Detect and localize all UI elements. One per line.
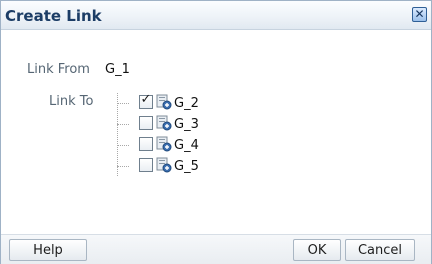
g2-label: G_2 [174,96,199,111]
create-link-dialog: Create Link ✕ Link From G_1 Link To ✓ G_… [0,0,432,264]
group-link-icon [156,94,172,110]
ok-button[interactable]: OK [293,239,341,261]
g5-label: G_5 [174,159,199,174]
group-link-icon [156,115,172,131]
tree-node-g5[interactable]: G_5 [117,156,237,176]
dialog-title: Create Link [5,7,102,25]
cancel-button[interactable]: Cancel [345,239,415,261]
tree-node-g3[interactable]: G_3 [117,114,237,134]
link-from-value: G_1 [105,62,130,77]
help-button[interactable]: Help [9,239,87,261]
group-link-icon [156,157,172,173]
link-to-label: Link To [49,94,94,109]
tree-branch-line [117,166,129,167]
g4-label: G_4 [174,138,199,153]
link-to-tree: ✓ G_2 G_3 G_4 G_5 [117,92,267,189]
close-button[interactable]: ✕ [412,7,427,22]
g4-checkbox[interactable] [139,137,153,151]
group-link-icon [156,136,172,152]
close-icon: ✕ [414,7,425,21]
tree-branch-line [117,145,129,146]
g5-checkbox[interactable] [139,158,153,172]
tree-node-g2[interactable]: ✓ G_2 [117,92,237,113]
tree-node-g4[interactable]: G_4 [117,135,237,155]
title-bar[interactable]: Create Link ✕ [1,1,431,30]
tree-branch-line [117,124,129,125]
button-bar: Help OK Cancel [1,234,431,264]
g2-checkbox[interactable]: ✓ [139,92,153,109]
checkmark-icon: ✓ [140,92,152,107]
tree-branch-line [117,103,129,104]
link-from-label: Link From [27,62,90,77]
g3-label: G_3 [174,117,199,132]
g3-checkbox[interactable] [139,116,153,130]
